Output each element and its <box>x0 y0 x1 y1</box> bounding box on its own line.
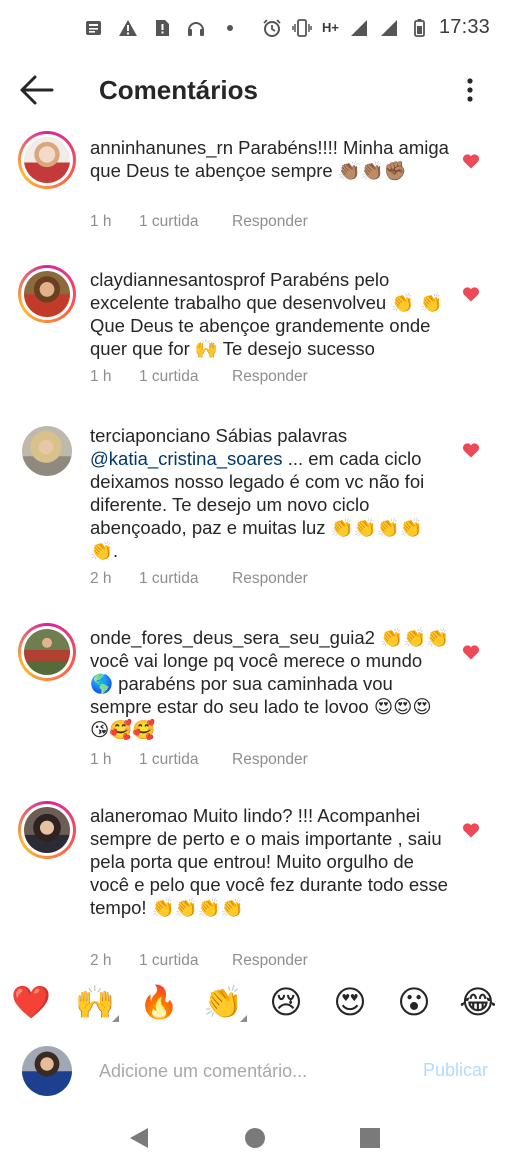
heart-icon[interactable] <box>462 822 480 838</box>
comment-text: onde_fores_deus_sera_seu_guia2 👏👏👏 você … <box>90 626 450 741</box>
avatar[interactable] <box>18 422 76 480</box>
reply-button[interactable]: Responder <box>232 368 308 386</box>
nav-back-icon[interactable] <box>128 1126 150 1150</box>
comment-meta: 1 h 1 curtida Responder <box>90 751 308 769</box>
status-time: 17:33 <box>438 16 490 38</box>
alarm-icon <box>263 18 281 37</box>
page-title: Comentários <box>99 75 258 105</box>
arrow-left-icon <box>20 75 54 105</box>
publish-button[interactable]: Publicar <box>423 1060 488 1081</box>
avatar-image <box>24 271 70 317</box>
comment-username[interactable]: alaneromao <box>90 805 188 826</box>
comment-likes[interactable]: 1 curtida <box>139 213 232 231</box>
emoji-heart-button[interactable]: ❤️ <box>11 982 51 1022</box>
comment-likes[interactable]: 1 curtida <box>139 368 232 386</box>
emoji-raised-hands: 🙌 <box>75 983 115 1021</box>
avatar[interactable] <box>18 131 76 189</box>
comment-text: terciaponciano Sábias palavras @katia_cr… <box>90 424 450 562</box>
reply-button[interactable]: Responder <box>232 751 308 769</box>
reply-button[interactable]: Responder <box>232 952 308 968</box>
comment-username[interactable]: anninhanunes_rn <box>90 137 233 158</box>
emoji-crying-button[interactable]: 😢 <box>266 982 306 1022</box>
news-icon <box>86 21 101 35</box>
status-bar: H+ 17:33 <box>0 0 510 56</box>
comment-meta: 2 h 1 curtida Responder <box>90 570 308 588</box>
emoji-surprised-button[interactable]: 😮 <box>394 982 434 1022</box>
skin-tone-indicator-icon <box>112 1015 119 1022</box>
comment-likes[interactable]: 1 curtida <box>139 570 232 588</box>
status-bar-left-icons <box>84 18 240 38</box>
comment-likes[interactable]: 1 curtida <box>139 952 232 968</box>
mention-link[interactable]: @katia_cristina_soares <box>90 448 283 469</box>
avatar[interactable] <box>18 265 76 323</box>
comment-likes[interactable]: 1 curtida <box>139 751 232 769</box>
comment-body-start: Sábias palavras <box>215 425 348 446</box>
comment-time: 1 h <box>90 368 112 385</box>
emoji-quick-bar: ❤️ 🙌 🔥 👏 😢 😍 😮 😂 <box>0 968 510 1036</box>
dot-icon <box>227 25 233 31</box>
comment-input[interactable] <box>99 1058 399 1084</box>
emoji-clap-button[interactable]: 👏 <box>203 982 247 1022</box>
skin-tone-indicator-icon <box>240 1015 247 1022</box>
heart-icon[interactable] <box>462 442 480 458</box>
comment-meta: 2 h 1 curtida Responder <box>90 952 308 968</box>
comment-text: alaneromao Muito lindo? !!! Acompanhei s… <box>90 804 450 919</box>
header: Comentários <box>0 62 510 118</box>
comment-username[interactable]: claydiannesantosprof <box>90 269 265 290</box>
signal-icon <box>350 19 367 36</box>
reply-button[interactable]: Responder <box>232 570 308 588</box>
more-options-button[interactable] <box>460 74 480 106</box>
emoji-clap: 👏 <box>203 983 243 1021</box>
comment-text: claydiannesantosprof Parabéns pelo excel… <box>90 268 450 360</box>
sim-alert-icon <box>156 20 169 36</box>
comment-meta: 1 h 1 curtida Responder <box>90 368 308 386</box>
comment-meta: 1 h 1 curtida Responder <box>90 213 308 231</box>
comment-time: 2 h <box>90 952 112 968</box>
avatar[interactable] <box>18 801 76 859</box>
avatar-image <box>24 807 70 853</box>
emoji-raised-hands-button[interactable]: 🙌 <box>75 982 119 1022</box>
status-bar-right-icons: H+ 17:33 <box>262 16 490 39</box>
warning-icon <box>119 20 137 36</box>
avatar-image <box>24 137 70 183</box>
more-vertical-icon <box>467 78 473 102</box>
heart-icon[interactable] <box>462 286 480 302</box>
comments-list[interactable]: anninhanunes_rn Parabéns!!!! Minha amiga… <box>0 128 510 968</box>
network-type: H+ <box>321 20 339 35</box>
current-user-avatar <box>22 1046 72 1096</box>
heart-icon[interactable] <box>462 644 480 660</box>
signal-icon <box>380 19 397 36</box>
comment-time: 1 h <box>90 751 112 768</box>
avatar[interactable] <box>18 623 76 681</box>
nav-recents-icon[interactable] <box>360 1128 380 1148</box>
comment-time: 2 h <box>90 570 112 587</box>
emoji-heart-eyes-button[interactable]: 😍 <box>330 982 370 1022</box>
heart-icon[interactable] <box>462 153 480 169</box>
reply-button[interactable]: Responder <box>232 213 308 231</box>
comment-text: anninhanunes_rn Parabéns!!!! Minha amiga… <box>90 136 450 182</box>
avatar-image <box>24 629 70 675</box>
headphones-icon <box>188 22 204 36</box>
comment-username[interactable]: onde_fores_deus_sera_seu_guia2 <box>90 627 375 648</box>
emoji-laughing-button[interactable]: 😂 <box>458 982 498 1022</box>
system-nav-bar <box>0 1106 510 1170</box>
avatar-image <box>22 426 72 476</box>
battery-icon <box>414 18 425 37</box>
nav-home-icon[interactable] <box>245 1128 265 1148</box>
comment-username[interactable]: terciaponciano <box>90 425 210 446</box>
comment-time: 1 h <box>90 213 112 230</box>
comment-composer: Publicar <box>0 1036 510 1106</box>
emoji-fire-button[interactable]: 🔥 <box>139 982 179 1022</box>
back-button[interactable] <box>16 72 60 108</box>
vibrate-icon <box>292 18 312 37</box>
